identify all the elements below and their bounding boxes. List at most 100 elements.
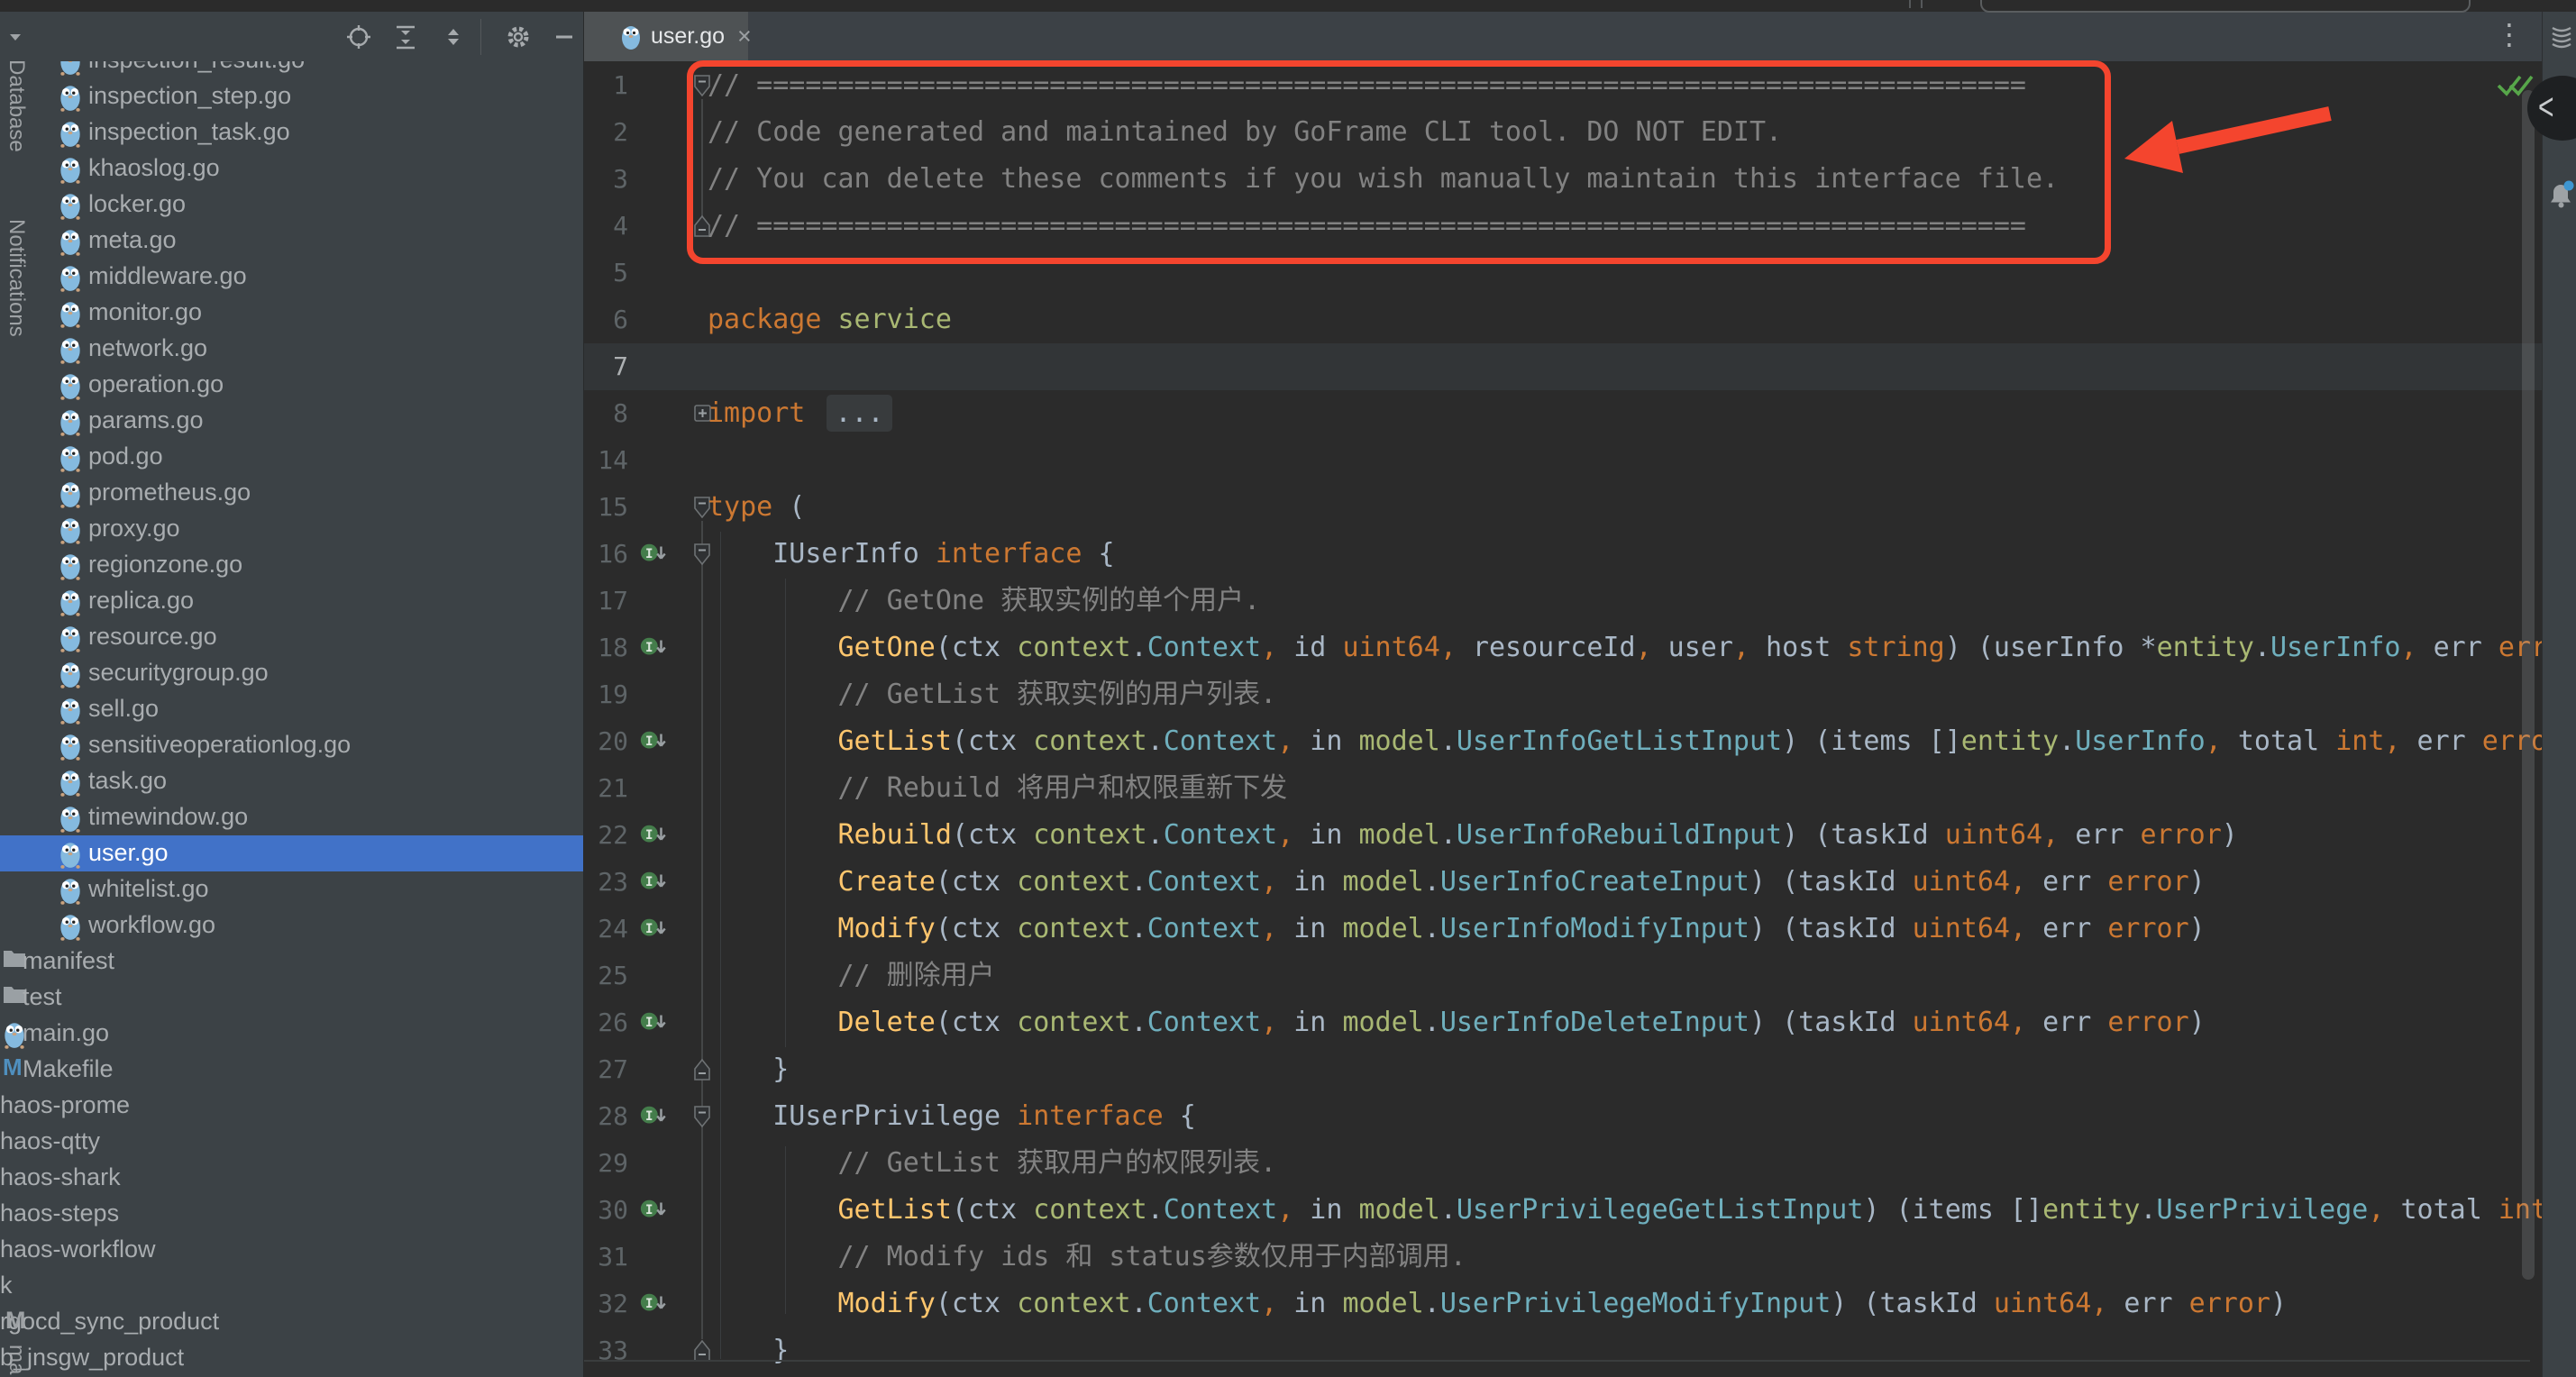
tree-item-test[interactable]: test bbox=[0, 980, 583, 1016]
line-number[interactable]: 17 bbox=[583, 578, 628, 625]
tree-item-makefile[interactable]: MMakefile bbox=[0, 1052, 583, 1088]
tree-item-securitygroup-go[interactable]: securitygroup.go bbox=[0, 655, 583, 691]
tree-item-operation-go[interactable]: operation.go bbox=[0, 367, 583, 403]
line-number[interactable]: 5 bbox=[583, 250, 628, 296]
code-line-20[interactable]: GetList(ctx context.Context, in model.Us… bbox=[708, 718, 2576, 765]
notifications-bell-icon[interactable] bbox=[2548, 180, 2575, 214]
tree-item-haos-steps[interactable]: haos-steps bbox=[0, 1196, 583, 1232]
tree-item-locker-go[interactable]: locker.go bbox=[0, 187, 583, 223]
stripe-label-notifications[interactable]: Notifications bbox=[4, 219, 29, 337]
tree-item-haos-prome[interactable]: haos-prome bbox=[0, 1088, 583, 1124]
tree-item-main-go[interactable]: main.go bbox=[0, 1016, 583, 1052]
tree-item-replica-go[interactable]: replica.go bbox=[0, 583, 583, 619]
makefile-tool-icon[interactable]: M bbox=[5, 1307, 26, 1335]
implementations-gutter-icon[interactable]: I bbox=[639, 859, 668, 906]
tree-item-resource-go[interactable]: resource.go bbox=[0, 619, 583, 655]
hide-panel-icon[interactable] bbox=[551, 23, 578, 50]
implementations-gutter-icon[interactable]: I bbox=[639, 999, 668, 1046]
code-line-15[interactable]: type ( bbox=[708, 484, 805, 531]
line-number[interactable]: 18 bbox=[583, 625, 628, 671]
implementations-gutter-icon[interactable]: I bbox=[639, 625, 668, 671]
horizontal-scrollbar-track[interactable] bbox=[583, 1360, 2530, 1362]
tree-item-prometheus-go[interactable]: prometheus.go bbox=[0, 475, 583, 511]
implementations-gutter-icon[interactable]: I bbox=[639, 531, 668, 578]
line-number[interactable]: 19 bbox=[583, 671, 628, 718]
tree-item-b-jnsgw-product[interactable]: b_jnsgw_product bbox=[0, 1340, 583, 1376]
tree-item-k[interactable]: k bbox=[0, 1268, 583, 1304]
code-line-26[interactable]: Delete(ctx context.Context, in model.Use… bbox=[708, 999, 2206, 1046]
line-number[interactable]: 21 bbox=[583, 765, 628, 812]
code-line-33[interactable]: } bbox=[708, 1327, 789, 1374]
panel-divider[interactable] bbox=[583, 12, 584, 1377]
tree-item-khaoslog-go[interactable]: khaoslog.go bbox=[0, 150, 583, 187]
line-number[interactable]: 4 bbox=[583, 203, 628, 250]
line-number[interactable]: 6 bbox=[583, 296, 628, 343]
tree-item-sell-go[interactable]: sell.go bbox=[0, 691, 583, 727]
line-number[interactable]: 15 bbox=[583, 484, 628, 531]
implementations-gutter-icon[interactable]: I bbox=[639, 1281, 668, 1327]
code-line-8[interactable]: import ... bbox=[708, 390, 892, 437]
database-icon[interactable] bbox=[2549, 23, 2574, 55]
line-number[interactable]: 24 bbox=[583, 906, 628, 953]
tree-item-task-go[interactable]: task.go bbox=[0, 763, 583, 799]
tree-item-monitor-go[interactable]: monitor.go bbox=[0, 295, 583, 331]
code-line-27[interactable]: } bbox=[708, 1046, 789, 1093]
tree-item-user-go[interactable]: user.go bbox=[0, 835, 583, 871]
tab-user-go[interactable]: user.go × bbox=[584, 12, 748, 61]
tree-item-params-go[interactable]: params.go bbox=[0, 403, 583, 439]
tree-item-proxy-go[interactable]: proxy.go bbox=[0, 511, 583, 547]
expand-all-icon[interactable] bbox=[392, 23, 419, 50]
tree-item-timewindow-go[interactable]: timewindow.go bbox=[0, 799, 583, 835]
code-line-28[interactable]: IUserPrivilege interface { bbox=[708, 1093, 1196, 1140]
tree-item-inspection-step-go[interactable]: inspection_step.go bbox=[0, 78, 583, 114]
vertical-scrollbar[interactable] bbox=[2522, 90, 2535, 1280]
implementations-gutter-icon[interactable]: I bbox=[639, 906, 668, 953]
chevron-down-icon[interactable] bbox=[2, 23, 29, 50]
implementations-gutter-icon[interactable]: I bbox=[639, 1187, 668, 1234]
tree-item-haos-qtty[interactable]: haos-qtty bbox=[0, 1124, 583, 1160]
code-line-21[interactable]: // Rebuild 将用户和权限重新下发 bbox=[708, 765, 1287, 812]
code-line-6[interactable]: package service bbox=[708, 296, 952, 343]
line-number[interactable]: 14 bbox=[583, 437, 628, 484]
tree-item-regionzone-go[interactable]: regionzone.go bbox=[0, 547, 583, 583]
line-number[interactable]: 32 bbox=[583, 1281, 628, 1327]
collapse-all-icon[interactable] bbox=[440, 23, 467, 50]
implementations-gutter-icon[interactable]: I bbox=[639, 812, 668, 859]
code-line-24[interactable]: Modify(ctx context.Context, in model.Use… bbox=[708, 906, 2206, 953]
code-line-23[interactable]: Create(ctx context.Context, in model.Use… bbox=[708, 859, 2206, 906]
line-number[interactable]: 7 bbox=[583, 343, 628, 390]
line-number[interactable]: 16 bbox=[583, 531, 628, 578]
tree-item-manifest[interactable]: manifest bbox=[0, 944, 583, 980]
line-number[interactable]: 1 bbox=[583, 62, 628, 109]
tree-item-haos-shark[interactable]: haos-shark bbox=[0, 1160, 583, 1196]
gear-icon[interactable] bbox=[505, 23, 532, 50]
code-line-18[interactable]: GetOne(ctx context.Context, id uint64, r… bbox=[708, 625, 2576, 671]
tree-item-middleware-go[interactable]: middleware.go bbox=[0, 259, 583, 295]
tree-item-sensitiveoperationlog-go[interactable]: sensitiveoperationlog.go bbox=[0, 727, 583, 763]
tree-item-workflow-go[interactable]: workflow.go bbox=[0, 907, 583, 944]
editor-menu-kebab-icon[interactable]: ⋮ bbox=[2495, 17, 2524, 51]
line-number[interactable]: 29 bbox=[583, 1140, 628, 1187]
code-line-22[interactable]: Rebuild(ctx context.Context, in model.Us… bbox=[708, 812, 2238, 859]
line-number[interactable]: 26 bbox=[583, 999, 628, 1046]
line-number[interactable]: 8 bbox=[583, 390, 628, 437]
line-number[interactable]: 2 bbox=[583, 109, 628, 156]
line-number[interactable]: 22 bbox=[583, 812, 628, 859]
code-line-19[interactable]: // GetList 获取实例的用户列表. bbox=[708, 671, 1276, 718]
implementations-gutter-icon[interactable]: I bbox=[639, 1093, 668, 1140]
code-line-16[interactable]: IUserInfo interface { bbox=[708, 531, 1115, 578]
line-number[interactable]: 33 bbox=[583, 1327, 628, 1374]
code-line-32[interactable]: Modify(ctx context.Context, in model.Use… bbox=[708, 1281, 2287, 1327]
line-number[interactable]: 23 bbox=[583, 859, 628, 906]
close-icon[interactable]: × bbox=[737, 23, 752, 50]
implementations-gutter-icon[interactable]: I bbox=[639, 718, 668, 765]
line-number[interactable]: 31 bbox=[583, 1234, 628, 1281]
code-line-29[interactable]: // GetList 获取用户的权限列表. bbox=[708, 1140, 1276, 1187]
code-line-17[interactable]: // GetOne 获取实例的单个用户. bbox=[708, 578, 1260, 625]
tree-item-inspection-task-go[interactable]: inspection_task.go bbox=[0, 114, 583, 150]
line-number[interactable]: 27 bbox=[583, 1046, 628, 1093]
line-number[interactable]: 3 bbox=[583, 156, 628, 203]
tree-item-haos-workflow[interactable]: haos-workflow bbox=[0, 1232, 583, 1268]
line-number[interactable]: 20 bbox=[583, 718, 628, 765]
line-number[interactable]: 30 bbox=[583, 1187, 628, 1234]
